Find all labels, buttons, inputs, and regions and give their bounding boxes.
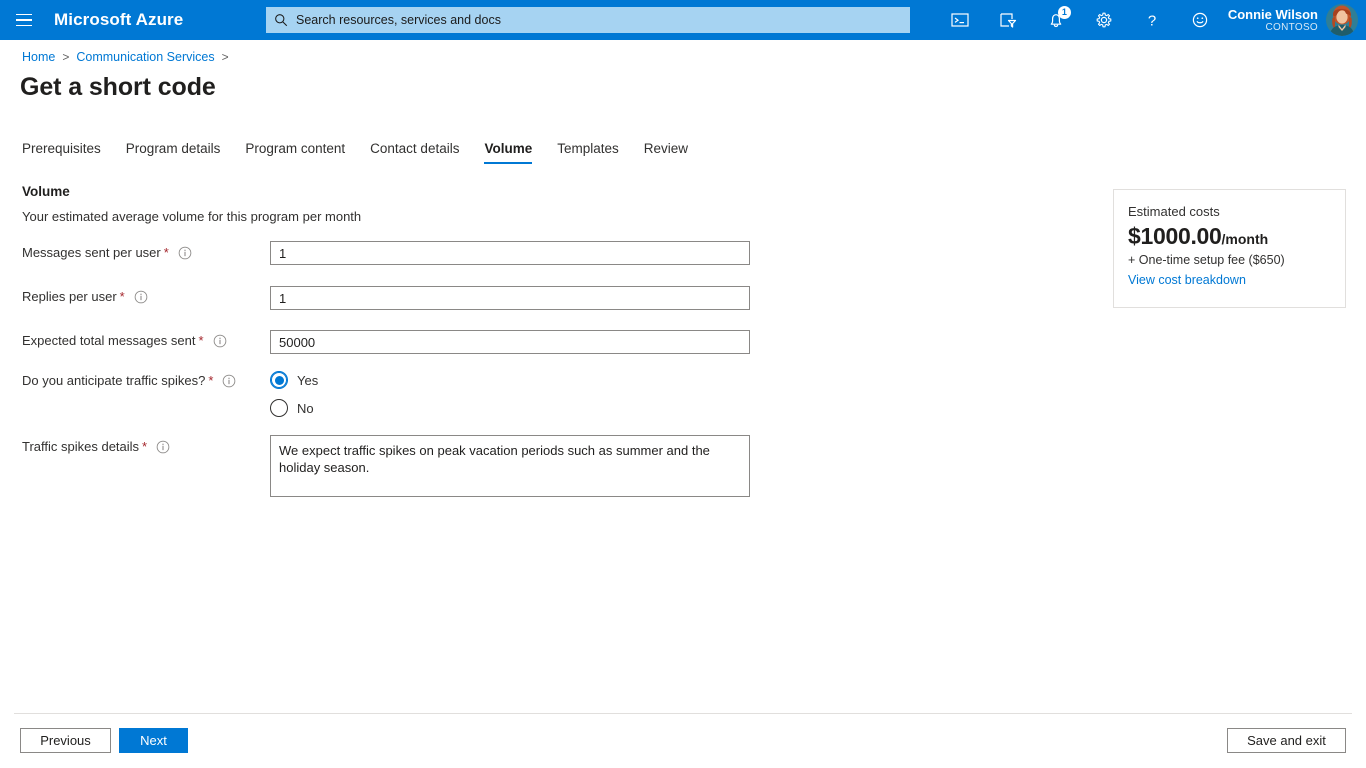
page-title: Get a short code	[20, 73, 216, 101]
tab-contact-details[interactable]: Contact details	[370, 137, 459, 164]
traffic-spikes-details-textarea[interactable]	[270, 435, 750, 497]
traffic-spikes-radio-group: Yes No	[270, 366, 318, 422]
wizard-tabs: Prerequisites Program details Program co…	[22, 137, 713, 164]
hamburger-bar	[16, 19, 32, 21]
required-asterisk: *	[198, 333, 204, 348]
global-search-box[interactable]: Search resources, services and docs	[266, 7, 910, 33]
previous-button[interactable]: Previous	[20, 728, 111, 753]
tab-prerequisites[interactable]: Prerequisites	[22, 137, 101, 164]
azure-top-header: Microsoft Azure Search resources, servic…	[0, 0, 1366, 40]
label-text: Traffic spikes details	[22, 439, 140, 454]
search-placeholder-text: Search resources, services and docs	[296, 13, 501, 27]
required-asterisk: *	[163, 245, 169, 260]
info-circle-icon[interactable]	[222, 374, 236, 388]
label-text: Do you anticipate traffic spikes?	[22, 373, 206, 388]
next-button[interactable]: Next	[119, 728, 188, 753]
breadcrumb-item-home[interactable]: Home	[22, 50, 55, 64]
radio-label-yes: Yes	[297, 372, 319, 388]
estimated-costs-period: /month	[1221, 231, 1269, 247]
directory-filter-icon[interactable]	[984, 0, 1032, 40]
hamburger-bar	[16, 24, 32, 27]
radio-circle-icon	[270, 371, 288, 389]
breadcrumb: Home > Communication Services >	[22, 50, 236, 64]
label-expected-total-messages-sent: Expected total messages sent *	[22, 333, 227, 348]
hamburger-menu-icon[interactable]	[0, 0, 48, 40]
footer-divider	[14, 713, 1352, 714]
help-question-icon[interactable]: ?	[1128, 0, 1176, 40]
label-anticipate-traffic-spikes: Do you anticipate traffic spikes? *	[22, 373, 236, 388]
account-menu[interactable]: Connie Wilson CONTOSO	[1224, 0, 1366, 40]
user-avatar[interactable]	[1326, 4, 1358, 36]
radio-circle-icon	[270, 399, 288, 417]
replies-per-user-input[interactable]	[270, 286, 750, 310]
required-asterisk: *	[208, 373, 214, 388]
notification-badge-count: 1	[1057, 6, 1071, 19]
breadcrumb-separator: >	[221, 50, 229, 64]
label-text: Expected total messages sent	[22, 333, 196, 348]
view-cost-breakdown-link[interactable]: View cost breakdown	[1128, 273, 1331, 287]
header-icon-group: 1 ? Connie Wilson CONTOSO	[936, 0, 1366, 40]
radio-traffic-spikes-no[interactable]: No	[270, 394, 318, 422]
section-title: Volume	[22, 184, 70, 199]
notifications-bell-icon[interactable]: 1	[1032, 0, 1080, 40]
account-text: Connie Wilson CONTOSO	[1228, 7, 1318, 34]
label-text: Replies per user	[22, 289, 117, 304]
radio-dot	[274, 375, 284, 385]
radio-traffic-spikes-yes[interactable]: Yes	[270, 366, 318, 394]
one-time-setup-fee: + One-time setup fee ($650)	[1128, 253, 1285, 267]
account-org: CONTOSO	[1265, 21, 1318, 33]
search-icon	[275, 14, 288, 27]
info-circle-icon[interactable]	[178, 246, 192, 260]
estimated-costs-heading: Estimated costs	[1128, 204, 1220, 219]
required-asterisk: *	[142, 439, 148, 454]
breadcrumb-separator: >	[62, 50, 70, 64]
tab-program-content[interactable]: Program content	[245, 137, 345, 164]
azure-brand-title[interactable]: Microsoft Azure	[54, 10, 183, 30]
estimated-costs-amount-line: $1000.00 /month	[1128, 223, 1331, 250]
hamburger-bar	[16, 13, 32, 16]
required-asterisk: *	[119, 289, 125, 304]
account-name: Connie Wilson	[1227, 6, 1318, 22]
tab-program-details[interactable]: Program details	[126, 137, 221, 164]
label-messages-sent-per-user: Messages sent per user *	[22, 245, 192, 260]
tab-review[interactable]: Review	[644, 137, 688, 164]
section-description: Your estimated average volume for this p…	[22, 209, 362, 224]
messages-sent-per-user-input[interactable]	[270, 241, 750, 265]
breadcrumb-item-communication-services[interactable]: Communication Services	[76, 50, 214, 64]
save-and-exit-button[interactable]: Save and exit	[1227, 728, 1346, 753]
label-replies-per-user: Replies per user *	[22, 289, 148, 304]
tab-volume[interactable]: Volume	[484, 137, 532, 164]
estimated-costs-card: Estimated costs $1000.00 /month + One-ti…	[1113, 189, 1346, 308]
tab-templates[interactable]: Templates	[557, 137, 619, 164]
expected-total-messages-input[interactable]	[270, 330, 750, 354]
feedback-smiley-icon[interactable]	[1176, 0, 1224, 40]
info-circle-icon[interactable]	[134, 290, 148, 304]
estimated-costs-amount: $1000.00	[1128, 223, 1222, 249]
radio-label-no: No	[297, 400, 314, 416]
info-circle-icon[interactable]	[156, 440, 170, 454]
info-circle-icon[interactable]	[213, 334, 227, 348]
radio-dot	[275, 404, 284, 413]
settings-gear-icon[interactable]	[1080, 0, 1128, 40]
cloud-shell-icon[interactable]	[936, 0, 984, 40]
label-text: Messages sent per user	[22, 245, 161, 260]
svg-text:?: ?	[1148, 13, 1156, 30]
label-traffic-spikes-details: Traffic spikes details *	[22, 439, 170, 454]
